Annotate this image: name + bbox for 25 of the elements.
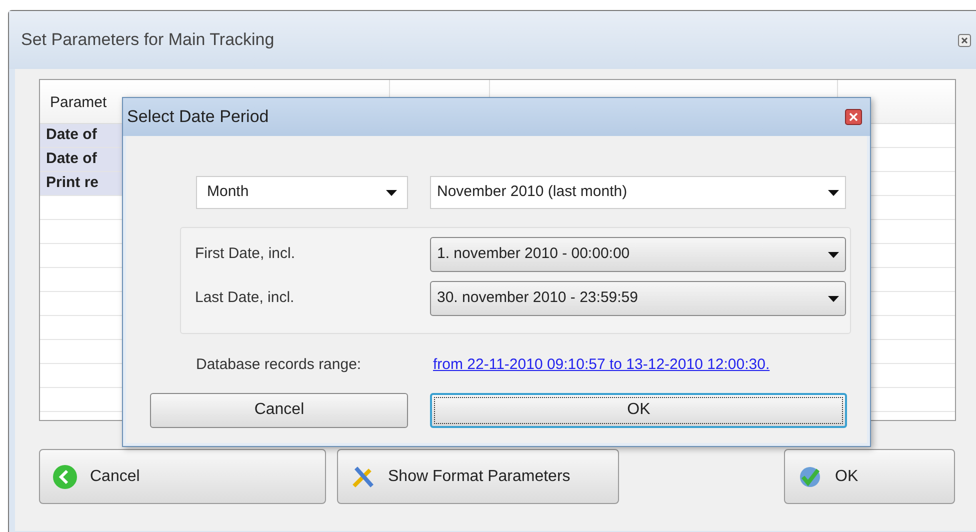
date-dropdown[interactable]: 30. november 2010 - 23:59:59 xyxy=(430,281,846,316)
dialog-title: Select Date Period xyxy=(127,106,269,128)
caret-icon xyxy=(828,190,839,196)
table-cell-text: Date of xyxy=(46,149,97,170)
column-header[interactable]: Paramet xyxy=(50,94,107,111)
dialog-button[interactable]: OK xyxy=(430,392,847,428)
cancel-button[interactable]: Cancel xyxy=(39,449,326,504)
table-cell-text: Print re xyxy=(46,173,99,194)
period-dropdown[interactable]: November 2010 (last month) xyxy=(430,176,846,209)
ok-button[interactable]: OK xyxy=(784,449,955,504)
range-link[interactable]: from 22-11-2010 09:10:57 to 13-12-2010 12:00:30. xyxy=(433,354,770,376)
close-icon[interactable] xyxy=(845,109,862,125)
format-button[interactable]: Show Format Parameters xyxy=(337,449,619,504)
date-dropdown[interactable]: 1. november 2010 - 00:00:00 xyxy=(430,237,846,272)
close-icon[interactable] xyxy=(958,34,971,46)
window-title: Set Parameters for Main Tracking xyxy=(21,29,274,52)
range-label: Database records range: xyxy=(196,355,362,375)
date-label: First Date, incl. xyxy=(195,244,296,264)
caret-icon xyxy=(828,252,839,258)
date-label: Last Date, incl. xyxy=(195,288,296,308)
caret-icon xyxy=(386,190,397,196)
caret-icon xyxy=(828,296,839,302)
table-cell-text: Date of xyxy=(46,125,97,146)
dialog-button[interactable]: Cancel xyxy=(150,392,408,428)
period-type-dropdown[interactable]: Month xyxy=(196,176,408,209)
